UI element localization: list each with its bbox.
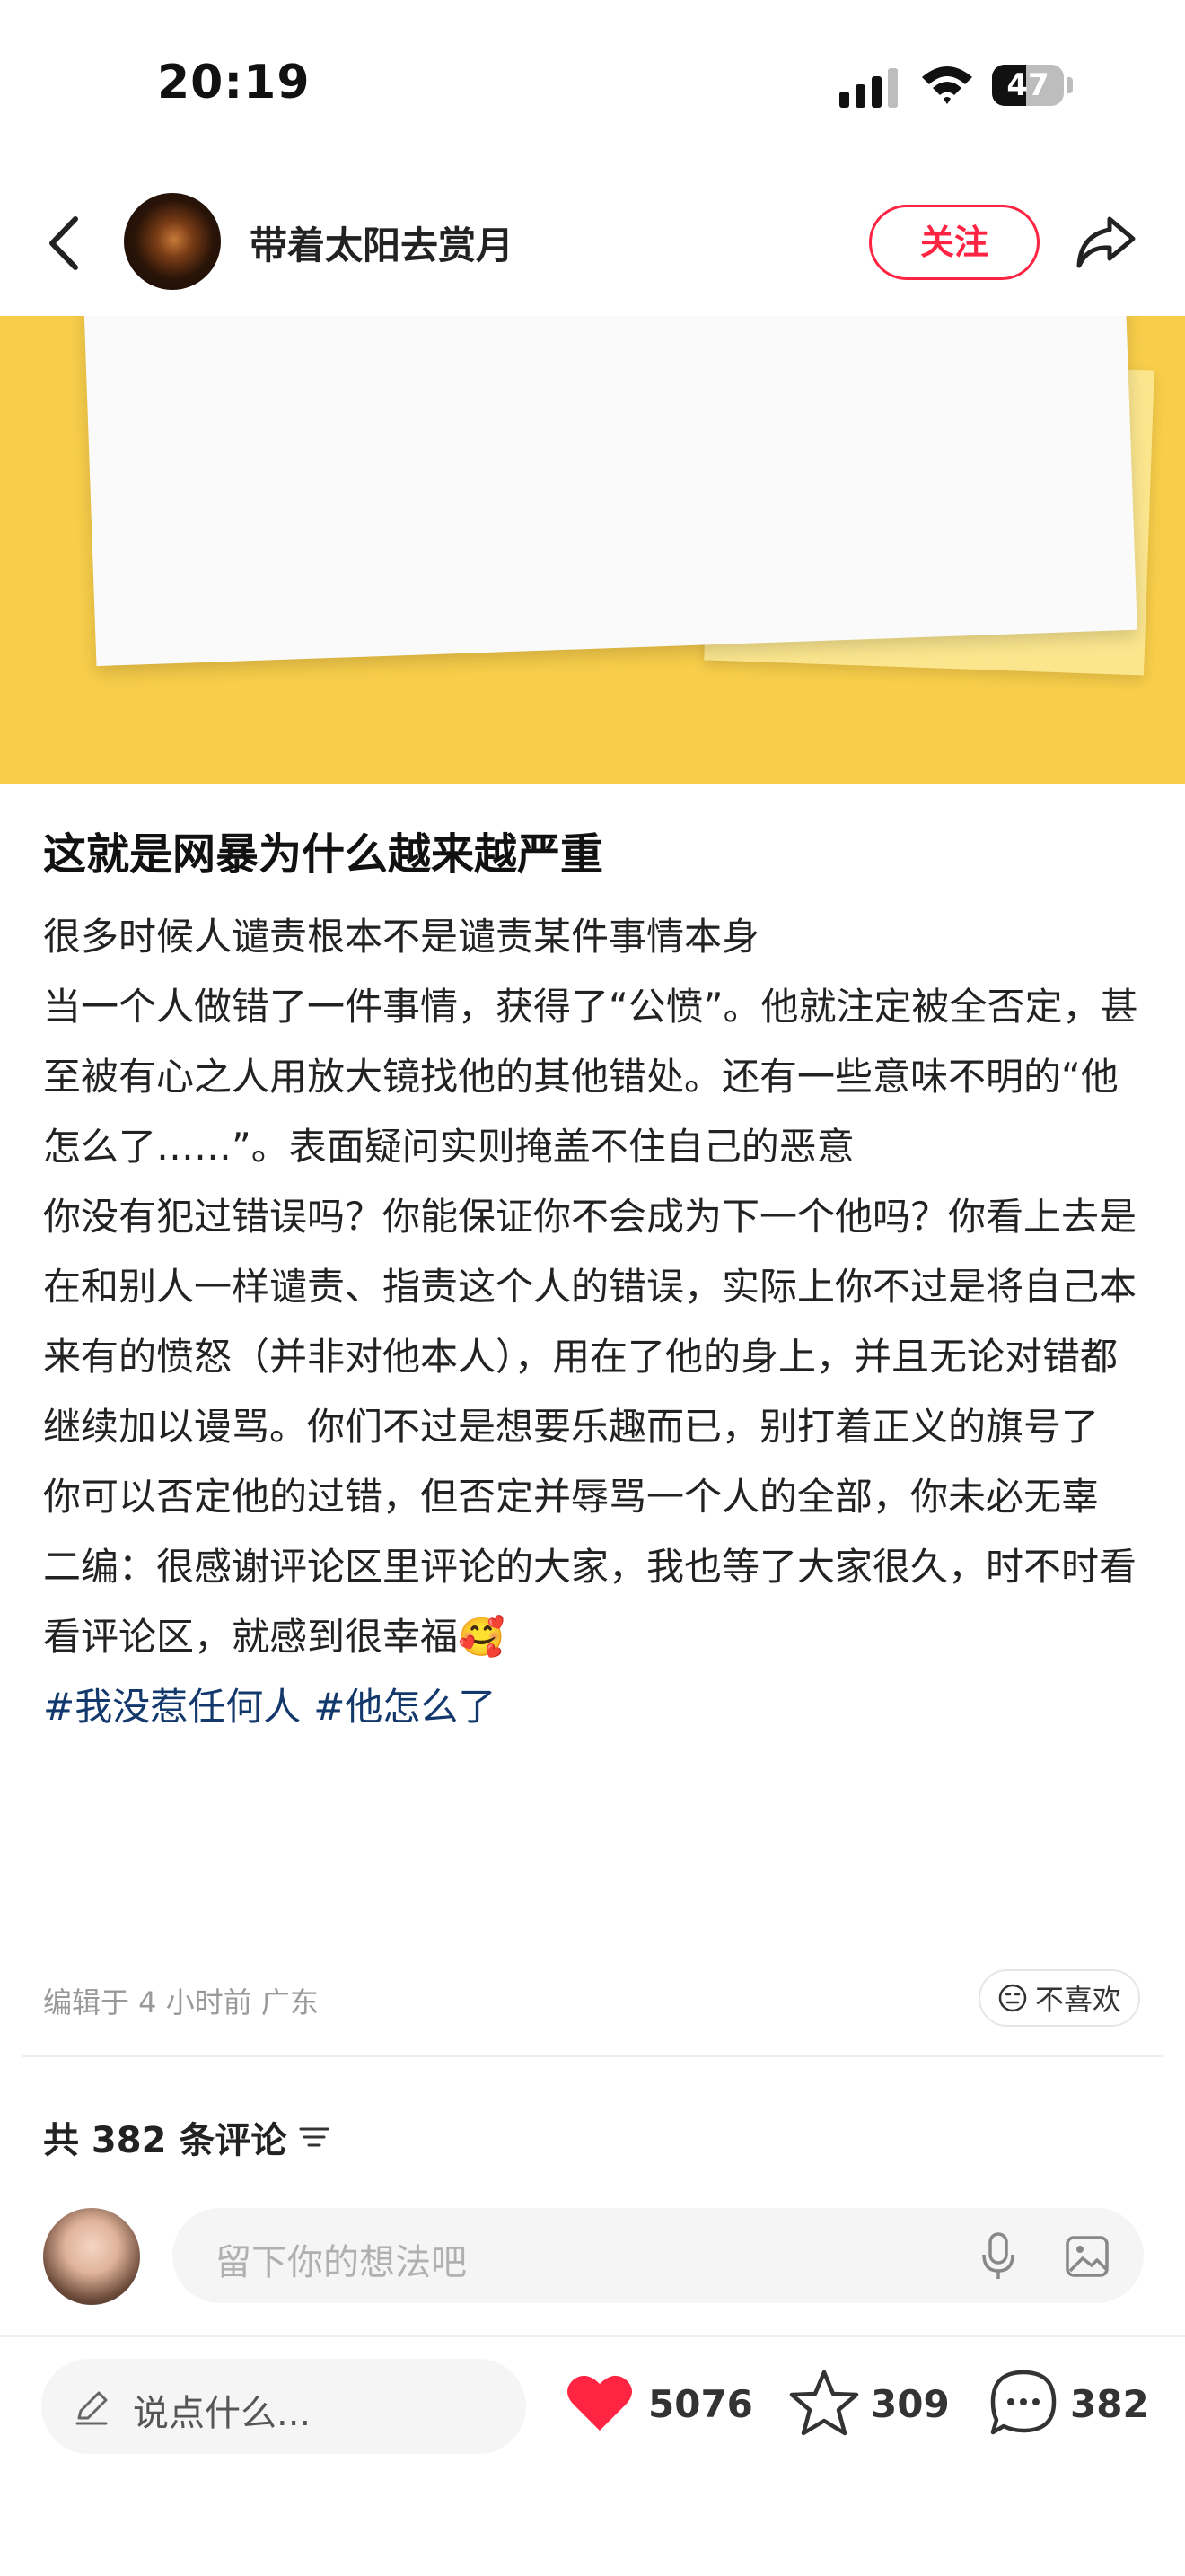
hashtag-link[interactable]: #他怎么了 — [313, 1685, 496, 1729]
say-something-placeholder: 说点什么... — [133, 2393, 312, 2434]
dislike-label: 不喜欢 — [1034, 1983, 1121, 2017]
cellular-signal-icon — [839, 68, 898, 108]
wifi-icon — [922, 66, 972, 104]
comment-input-placeholder: 留下你的想法吧 — [215, 2242, 467, 2283]
section-divider — [22, 2055, 1163, 2057]
status-time: 20:19 — [157, 56, 311, 110]
favorite-count[interactable]: 309 — [871, 2382, 950, 2426]
post-paragraph: 你没有犯过错误吗？你能保证你不会成为下一个他吗？你看上去是在和别人一样谴责、指责… — [43, 1195, 1137, 1449]
like-count[interactable]: 5076 — [648, 2382, 753, 2426]
author-name[interactable]: 带着太阳去赏月 — [250, 215, 514, 270]
pencil-icon — [75, 2391, 108, 2425]
post-paragraph: 很多时候人谴责根本不是谴责某件事情本身 — [43, 915, 760, 959]
dislike-button[interactable]: 不喜欢 — [979, 1969, 1140, 2027]
battery-indicator: 47 — [992, 65, 1073, 106]
like-heart-icon[interactable] — [566, 2371, 634, 2434]
frown-face-icon — [998, 1984, 1027, 2012]
comment-bubble-icon[interactable] — [988, 2368, 1059, 2438]
favorite-star-icon[interactable] — [788, 2368, 860, 2438]
post-paragraph: 你可以否定他的过错，但否定并辱骂一个人的全部，你未必无辜 — [43, 1475, 1100, 1519]
comment-count-header[interactable]: 共 382 条评论 — [43, 2111, 329, 2163]
comment-count-label: 共 382 条评论 — [43, 2120, 287, 2161]
share-icon[interactable] — [1074, 212, 1138, 271]
post-paragraph: 二编：很感谢评论区里评论的大家，我也等了大家很久，时不时看看评论区，就感到很幸福… — [43, 1545, 1137, 1659]
microphone-icon[interactable] — [980, 2231, 1016, 2282]
hashtag-link[interactable]: #我没惹任何人 — [43, 1685, 301, 1729]
current-user-avatar — [43, 2208, 140, 2305]
post-paragraph: 当一个人做错了一件事情，获得了“公愤”。他就注定被全否定，甚至被有心之人用放大镜… — [43, 985, 1138, 1169]
battery-level: 47 — [1006, 67, 1049, 103]
sort-icon[interactable] — [299, 2125, 329, 2150]
back-arrow-icon[interactable] — [43, 214, 84, 273]
follow-button[interactable]: 关注 — [869, 205, 1040, 280]
post-edit-meta: 编辑于 4 小时前 广东 — [43, 1985, 319, 2020]
image-picker-icon[interactable] — [1065, 2235, 1110, 2278]
post-body: 很多时候人谴责根本不是谴责某件事情本身 当一个人做错了一件事情，获得了“公愤”。… — [43, 902, 1147, 1742]
post-tags: #我没惹任何人 #他怎么了 — [43, 1672, 1147, 1742]
comment-count[interactable]: 382 — [1070, 2382, 1149, 2426]
author-avatar[interactable] — [124, 193, 221, 290]
post-cover-image[interactable] — [0, 316, 1185, 784]
sticky-note-front — [83, 316, 1137, 667]
post-title: 这就是网暴为什么越来越严重 — [43, 829, 604, 880]
